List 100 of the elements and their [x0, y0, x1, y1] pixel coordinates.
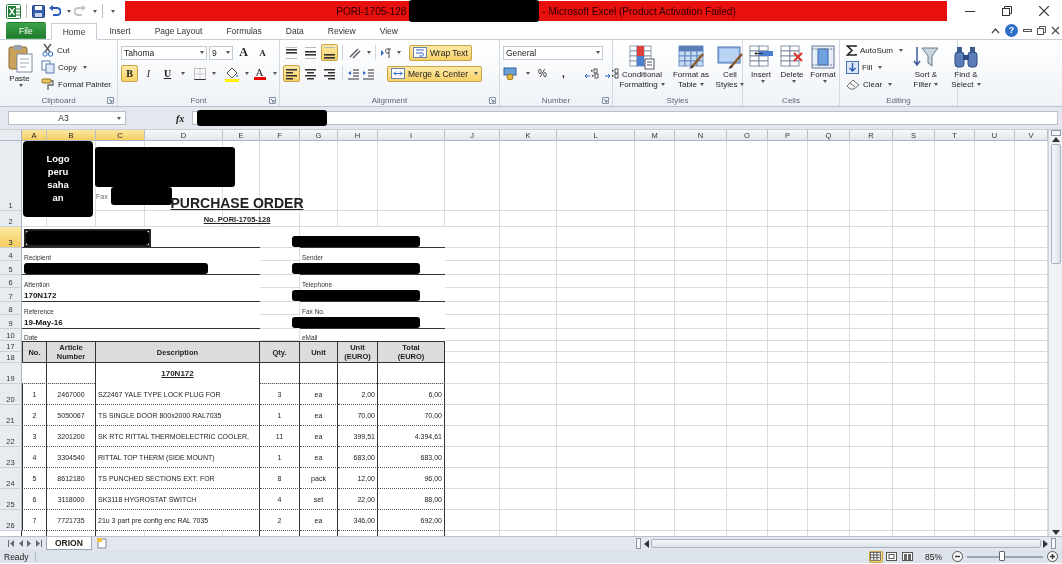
increase-indent-icon[interactable] [362, 67, 375, 80]
cut-button[interactable]: Cut [38, 42, 114, 58]
ribbon-tab[interactable]: Data [273, 22, 316, 39]
font-size-field[interactable]: 9 [209, 45, 233, 60]
underline-button[interactable]: U [159, 65, 176, 82]
ribbon-tab[interactable]: Formulas [214, 22, 274, 39]
caret-icon [273, 72, 277, 75]
decrease-decimal-icon[interactable] [604, 67, 620, 80]
fill-button[interactable]: Fill [843, 59, 906, 75]
format-button[interactable]: Format [808, 42, 838, 94]
autosum-button[interactable]: AutoSum [843, 42, 906, 58]
caret-icon [367, 51, 371, 54]
caret-icon [67, 9, 71, 13]
normal-view-button[interactable] [869, 550, 883, 563]
clipboard-icon [5, 44, 34, 74]
currency-icon[interactable] [503, 67, 519, 80]
dialog-launcher-icon[interactable] [489, 97, 496, 104]
paste-button[interactable]: Paste [3, 42, 37, 94]
spreadsheet-app-icon[interactable] [6, 3, 21, 19]
split-handle-icon[interactable] [636, 538, 641, 549]
scroll-thumb[interactable] [651, 539, 1041, 548]
fill-color-icon[interactable] [224, 65, 240, 82]
cell-styles-button[interactable]: Cell Styles [714, 42, 746, 94]
split-handle-icon[interactable] [1050, 130, 1061, 136]
align-bottom-button[interactable] [321, 44, 338, 61]
increase-decimal-icon[interactable] [584, 67, 600, 80]
caret-icon [700, 83, 705, 87]
caret-icon [212, 72, 216, 75]
delete-button[interactable]: Delete [777, 42, 807, 94]
slider-thumb[interactable] [998, 550, 1005, 561]
percent-button[interactable]: % [534, 65, 551, 82]
ribbon-tab[interactable]: Review [315, 22, 368, 39]
help-button[interactable]: ? [1005, 23, 1018, 37]
italic-button[interactable]: I [140, 65, 157, 82]
file-tab[interactable]: File [6, 22, 46, 39]
conditional-button[interactable]: Conditional Formatting [616, 42, 668, 94]
delete-cells-icon [778, 44, 806, 70]
undo-icon[interactable] [48, 5, 61, 17]
decrease-indent-icon[interactable] [347, 67, 360, 80]
page-layout-view-button[interactable] [885, 550, 899, 563]
insert-function-button[interactable]: fx [176, 112, 185, 124]
last-sheet-icon[interactable] [36, 540, 42, 547]
table-button[interactable]: Format as Table [670, 42, 712, 94]
fill-down-icon [846, 60, 859, 74]
align-left-button[interactable] [283, 65, 300, 82]
align-middle-button[interactable] [302, 44, 319, 61]
page-break-icon [902, 552, 914, 561]
first-sheet-icon[interactable] [8, 540, 14, 547]
group-label: Styles [666, 95, 689, 105]
restore-icon[interactable] [1037, 25, 1046, 35]
dialog-launcher-icon[interactable] [107, 97, 114, 104]
scroll-left-icon[interactable] [643, 539, 649, 548]
close-icon[interactable] [1051, 25, 1060, 35]
field-value: 19-May-16 [22, 315, 260, 329]
bold-button[interactable]: B [121, 65, 138, 82]
copy-button[interactable]: Copy [38, 59, 114, 75]
scroll-up-icon[interactable] [1051, 136, 1060, 142]
collapse-ribbon-icon[interactable] [991, 26, 1000, 34]
vertical-scrollbar[interactable] [1048, 130, 1062, 536]
comma-button[interactable]: , [555, 65, 572, 82]
dialog-launcher-icon[interactable] [602, 97, 609, 104]
ribbon-tab[interactable]: Page Layout [142, 22, 215, 39]
caret-icon [245, 72, 249, 75]
pilcrow-icon[interactable] [380, 46, 392, 59]
insert-button[interactable]: Insert [746, 42, 776, 94]
sort-button[interactable]: Sort & Filter [907, 42, 944, 94]
previous-sheet-icon[interactable] [18, 540, 23, 547]
borders-icon[interactable] [193, 66, 207, 81]
save-icon[interactable] [32, 4, 45, 18]
formula-input[interactable] [192, 111, 1058, 125]
name-box[interactable]: A3 [8, 111, 126, 125]
font-name-field[interactable]: Tahoma [121, 45, 207, 60]
sheet-tab[interactable]: ORION [46, 536, 92, 550]
zoom-level[interactable]: 85% [925, 551, 942, 562]
scroll-thumb[interactable] [1050, 144, 1061, 264]
find-button[interactable]: Find & Select [945, 42, 986, 94]
zoom-in-icon[interactable] [1047, 551, 1058, 562]
shrink-font-button[interactable]: A [254, 44, 271, 61]
caret-icon [740, 83, 745, 87]
merge-center-button[interactable]: Merge & Center [387, 65, 482, 82]
page-break-view-button[interactable] [901, 550, 915, 563]
caret-icon [888, 82, 893, 86]
format-painter-button[interactable]: Format Painter [38, 76, 114, 92]
number-format-field[interactable]: General [503, 45, 603, 60]
ribbon-tab[interactable]: View [367, 22, 410, 39]
text-orientation-icon[interactable] [347, 46, 362, 59]
font-color-button[interactable]: A [251, 65, 268, 82]
wrap-text-button[interactable]: Wrap Text [409, 44, 472, 61]
split-handle-icon[interactable] [1051, 538, 1056, 549]
grow-font-button[interactable]: A [235, 44, 252, 61]
clear-button[interactable]: Clear [843, 76, 906, 92]
zoom-out-icon[interactable] [952, 551, 963, 562]
align-top-button[interactable] [283, 44, 300, 61]
dialog-launcher-icon[interactable] [269, 97, 276, 104]
ribbon-tab[interactable]: Home [50, 23, 98, 40]
format-cells-icon [809, 44, 837, 70]
ribbon-tab[interactable]: Insert [97, 22, 143, 39]
scroll-right-icon[interactable] [1043, 539, 1049, 548]
field-value: 170N172 [22, 288, 260, 302]
next-sheet-icon[interactable] [27, 540, 32, 547]
